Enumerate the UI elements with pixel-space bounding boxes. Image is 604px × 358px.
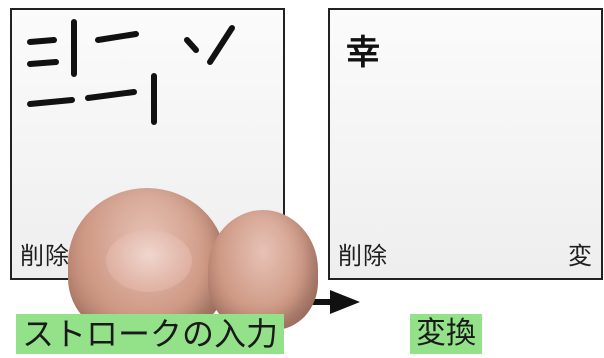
convert-button[interactable]: 変 xyxy=(568,244,593,268)
caption-convert: 変換 xyxy=(410,314,482,354)
stroke-4 xyxy=(95,31,139,43)
delete-button[interactable]: 削除 xyxy=(338,244,388,268)
delete-button[interactable]: 削除 xyxy=(20,244,70,268)
finger xyxy=(208,210,318,330)
stroke-7 xyxy=(27,97,75,107)
result-character: 幸 xyxy=(346,33,380,73)
stroke-2 xyxy=(27,59,59,67)
stroke-6 xyxy=(207,25,235,65)
fingernail xyxy=(106,230,192,292)
stroke-8 xyxy=(85,89,137,101)
stroke-5 xyxy=(184,37,199,53)
conversion-result-panel[interactable]: 幸 削除 変 xyxy=(328,8,603,280)
caption-stroke-input: ストロークの入力 xyxy=(16,314,285,354)
stroke-1 xyxy=(27,37,57,45)
